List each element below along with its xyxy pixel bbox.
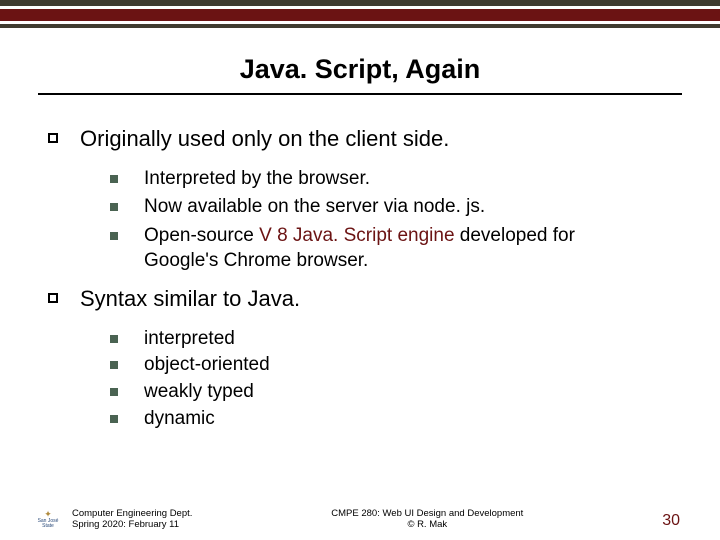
- sub-bullet-text: object-oriented: [144, 353, 270, 378]
- link-text: V 8 Java. Script engine: [259, 225, 454, 246]
- sjsu-logo-icon: ✦ San José State: [34, 508, 62, 530]
- footer-line: Spring 2020: February 11: [72, 519, 192, 530]
- footer-line: CMPE 280: Web UI Design and Development: [192, 508, 662, 519]
- sub-bullet-text: weakly typed: [144, 380, 254, 405]
- bullet-fill-icon: [110, 361, 118, 369]
- slide-footer: ✦ San José State Computer Engineering De…: [0, 508, 720, 530]
- list-item: Open-source V 8 Java. Script engine deve…: [110, 224, 680, 273]
- list-item: Now available on the server via node. js…: [110, 195, 680, 220]
- bullet-fill-icon: [110, 415, 118, 423]
- slide-title: Java. Script, Again: [0, 54, 720, 85]
- bullet-square-icon: [48, 133, 58, 143]
- decorative-top-bars: [0, 0, 720, 28]
- sub-bullet-text: Now available on the server via node. js…: [144, 195, 485, 220]
- sub-bullet-text: Interpreted by the browser.: [144, 167, 370, 192]
- list-item: Syntax similar to Java.: [48, 285, 680, 313]
- footer-left: ✦ San José State Computer Engineering De…: [34, 508, 192, 530]
- main-bullet-text: Syntax similar to Java.: [80, 285, 300, 313]
- bullet-square-icon: [48, 293, 58, 303]
- bullet-fill-icon: [110, 388, 118, 396]
- main-bullet-text: Originally used only on the client side.: [80, 125, 449, 153]
- list-item: interpreted: [110, 327, 680, 352]
- list-item: weakly typed: [110, 380, 680, 405]
- bullet-fill-icon: [110, 232, 118, 240]
- list-item: Interpreted by the browser.: [110, 167, 680, 192]
- footer-center: CMPE 280: Web UI Design and Development …: [192, 508, 662, 530]
- footer-line: © R. Mak: [192, 519, 662, 530]
- list-item: dynamic: [110, 407, 680, 432]
- list-item: object-oriented: [110, 353, 680, 378]
- footer-line: Computer Engineering Dept.: [72, 508, 192, 519]
- sub-list: interpreted object-oriented weakly typed…: [110, 327, 680, 432]
- slide-content: Originally used only on the client side.…: [0, 95, 720, 432]
- footer-dept: Computer Engineering Dept. Spring 2020: …: [72, 508, 192, 530]
- sub-bullet-text: interpreted: [144, 327, 235, 352]
- sub-bullet-text: dynamic: [144, 407, 215, 432]
- page-number: 30: [662, 512, 680, 530]
- bullet-fill-icon: [110, 175, 118, 183]
- sub-bullet-text: Open-source V 8 Java. Script engine deve…: [144, 224, 624, 273]
- logo-name: San José State: [38, 518, 59, 529]
- list-item: Originally used only on the client side.: [48, 125, 680, 153]
- sub-list: Interpreted by the browser. Now availabl…: [110, 167, 680, 274]
- text-fragment: Open-source: [144, 225, 259, 246]
- bullet-fill-icon: [110, 203, 118, 211]
- bullet-fill-icon: [110, 335, 118, 343]
